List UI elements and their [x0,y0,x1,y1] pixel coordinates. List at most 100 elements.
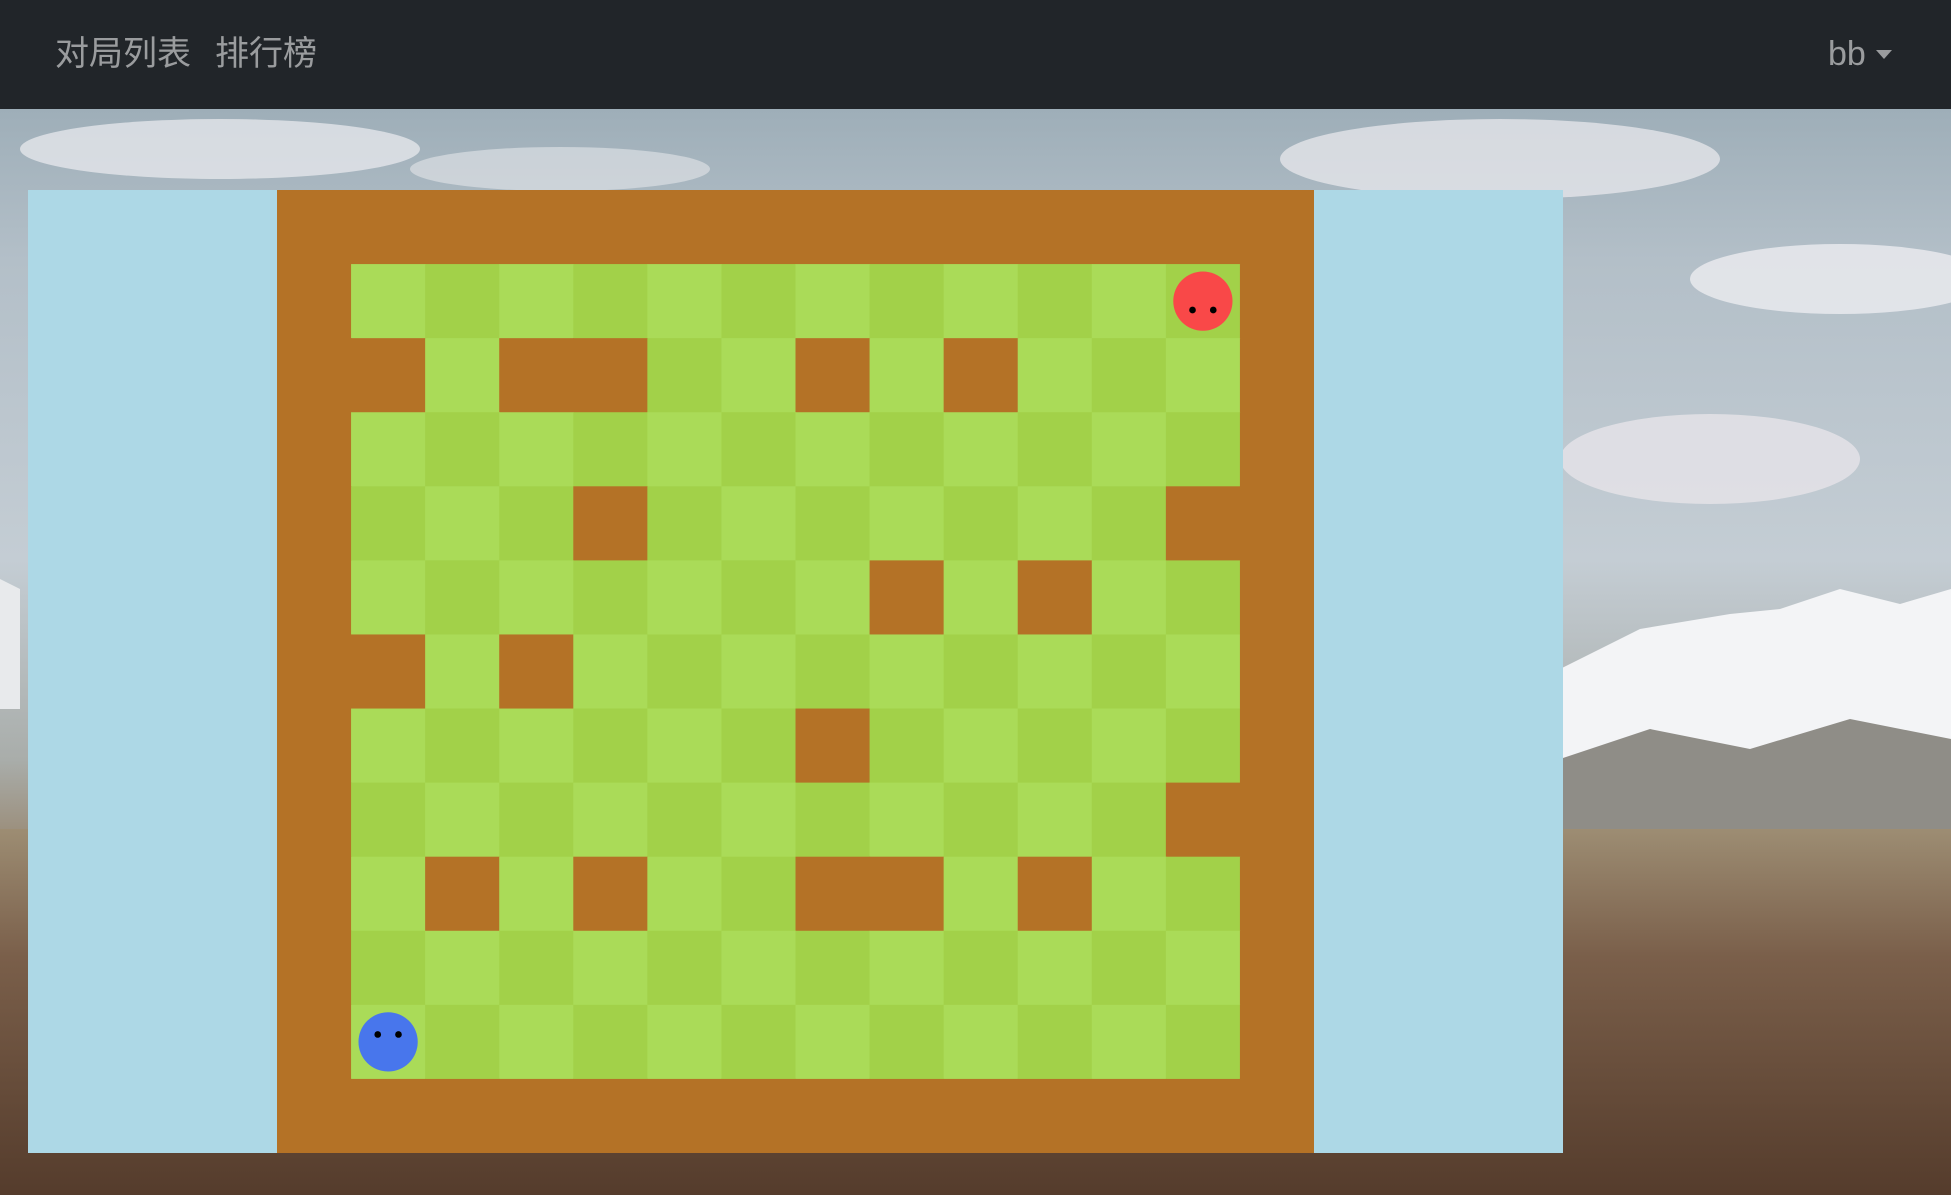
grass-cell [573,782,648,858]
wall-cell [277,856,352,932]
wall-cell [869,856,945,932]
wall-cell [277,338,352,413]
grass-cell [499,412,574,487]
grass-cell [647,634,723,710]
grass-cell [1091,486,1167,561]
cloud [1560,414,1860,504]
grass-cell [1017,782,1093,858]
wall-cell [425,1078,500,1153]
grass-cell [1165,560,1241,636]
grass-cell [647,486,723,561]
wall-cell [573,486,648,561]
grass-cell [1091,264,1167,339]
grass-cell [425,634,500,710]
grass-cell [647,338,723,413]
grass-cell [425,264,500,339]
wall-cell [1017,856,1093,932]
grass-cell [721,782,797,858]
wall-cell [351,338,426,413]
user-dropdown[interactable]: bb [1828,28,1892,80]
game-map[interactable] [277,190,1314,1153]
wall-cell [1239,1004,1314,1080]
grass-cell [499,486,574,561]
grass-cell [573,1004,648,1080]
grass-cell [573,264,648,339]
grass-cell [425,782,500,858]
grass-cell [721,560,797,636]
grass-cell [1017,486,1093,561]
wall-cell [277,560,352,636]
grass-cell [425,338,500,413]
wall-cell [1239,190,1314,265]
grass-cell [1017,930,1093,1006]
grass-cell [647,264,723,339]
wall-cell [499,190,574,265]
grass-cell [1091,412,1167,487]
wall-cell [1017,560,1093,636]
grass-cell [1017,634,1093,710]
grass-cell [425,1004,500,1080]
cloud [1280,119,1720,199]
grass-cell [795,782,871,858]
wall-cell [1165,782,1241,858]
wall-cell [277,708,352,784]
grass-cell [647,782,723,858]
grass-cell [1091,782,1167,858]
grass-cell [943,782,1019,858]
grass-cell [1165,634,1241,710]
grass-cell [869,486,945,561]
grass-cell [869,930,945,1006]
wall-cell [1239,412,1314,487]
snake-red-eye [1209,306,1217,314]
grass-cell [869,782,945,858]
grass-cell [869,412,945,487]
grass-cell [795,560,871,636]
grass-cell [721,338,797,413]
wall-cell [351,1078,426,1153]
game-playground [28,190,1563,1153]
wall-cell [721,1078,797,1153]
wall-cell [647,1078,723,1153]
wall-cell [795,190,871,265]
grass-cell [351,782,426,858]
snake-blue-eye [395,1031,402,1038]
snake-blue-eye [374,1031,382,1038]
grass-cell [943,634,1019,710]
grass-cell [795,264,871,339]
snake-blue-head [358,1012,418,1072]
nav-item-record-list[interactable]: 对局列表 [55,28,191,80]
grass-cell [573,930,648,1006]
wall-cell [1239,1078,1314,1153]
grass-cell [795,634,871,710]
grass-cell [1091,634,1167,710]
grass-cell [721,634,797,710]
wall-cell [869,560,945,636]
top-navbar: 战 对局列表 排行榜 bb [0,0,1951,109]
grass-cell [499,264,574,339]
grass-cell [573,412,648,487]
wall-cell [795,1078,871,1153]
wall-cell [277,190,352,265]
grass-cell [721,856,797,932]
wall-cell [943,190,1019,265]
wall-cell [795,338,871,413]
wall-cell [1017,190,1093,265]
wall-cell [277,1004,352,1080]
grass-cell [721,486,797,561]
grass-cell [943,930,1019,1006]
grass-cell [351,930,426,1006]
cloud [20,119,420,179]
grass-cell [869,1004,945,1080]
wall-cell [795,708,871,784]
wall-cell [351,190,426,265]
grass-cell [499,930,574,1006]
grass-cell [1017,264,1093,339]
nav-item-ranklist[interactable]: 排行榜 [215,28,317,80]
grass-cell [499,560,574,636]
wall-cell [1239,338,1314,413]
grass-cell [1091,560,1167,636]
wall-cell [1239,708,1314,784]
wall-cell [277,634,352,710]
wall-cell [351,634,426,710]
wall-cell [277,1078,352,1153]
